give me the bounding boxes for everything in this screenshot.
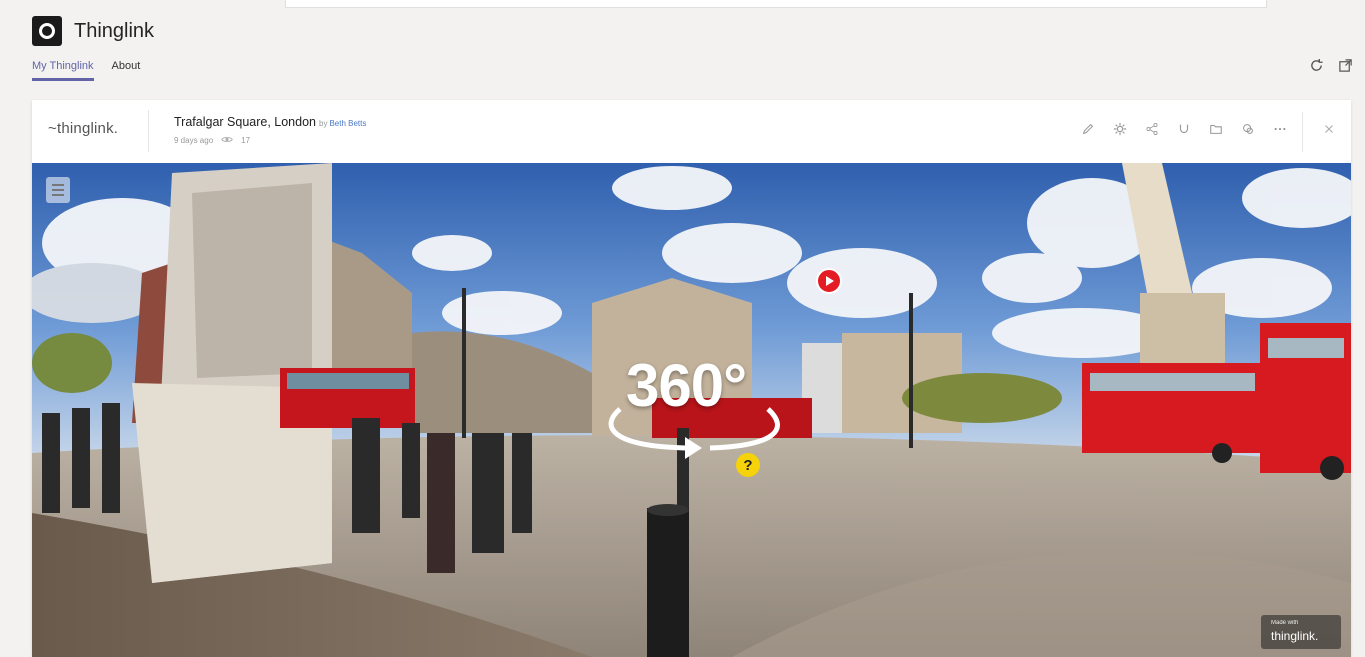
copy-button[interactable] bbox=[1232, 116, 1264, 148]
time-ago: 9 days ago bbox=[174, 136, 214, 145]
open-external-icon[interactable] bbox=[1338, 58, 1353, 78]
360-label: 360° bbox=[626, 352, 747, 419]
copy-icon bbox=[1241, 122, 1255, 141]
made-with-label: Made with bbox=[1271, 620, 1299, 626]
settings-button[interactable] bbox=[1104, 116, 1136, 148]
author-link[interactable]: Beth Betts bbox=[329, 119, 366, 128]
panorama-viewer[interactable]: 360° ? Made with thinglink. bbox=[32, 163, 1351, 657]
edit-icon bbox=[1081, 122, 1095, 141]
image-title-text[interactable]: Trafalgar Square, London bbox=[174, 115, 316, 129]
app-header: Thinglink bbox=[32, 14, 154, 48]
image-title: Trafalgar Square, London by Beth Betts bbox=[174, 115, 366, 129]
tag-button[interactable] bbox=[1168, 116, 1200, 148]
close-icon bbox=[1322, 122, 1336, 141]
tab-my-thinglink[interactable]: My Thinglink bbox=[32, 60, 94, 81]
made-with-thinglink-badge[interactable]: Made with thinglink. bbox=[1261, 615, 1341, 649]
image-meta: 9 days ago 17 bbox=[174, 135, 250, 146]
top-panel-edge bbox=[285, 0, 1267, 8]
tab-about[interactable]: About bbox=[112, 60, 141, 81]
share-button[interactable] bbox=[1136, 116, 1168, 148]
view-count: 17 bbox=[241, 136, 251, 145]
360-indicator[interactable]: 360° bbox=[590, 351, 800, 466]
top-actions bbox=[1309, 58, 1353, 78]
card-toolbar bbox=[1072, 100, 1351, 163]
views-icon bbox=[221, 135, 233, 146]
divider bbox=[148, 110, 149, 152]
folder-button[interactable] bbox=[1200, 116, 1232, 148]
card-header: ~thinglink. Trafalgar Square, London by Be… bbox=[32, 100, 1351, 164]
thinglink-brand-logo: ~thinglink. bbox=[48, 120, 119, 137]
toolbar-divider bbox=[1302, 111, 1303, 152]
top-strip bbox=[0, 0, 1365, 8]
tab-bar: My Thinglink About bbox=[32, 60, 140, 81]
made-with-brand: thinglink. bbox=[1271, 629, 1319, 643]
edit-button[interactable] bbox=[1072, 116, 1104, 148]
refresh-icon[interactable] bbox=[1309, 58, 1324, 78]
video-hotspot-icon[interactable] bbox=[816, 268, 842, 294]
hotspot-list-button[interactable] bbox=[46, 177, 70, 203]
more-button[interactable] bbox=[1264, 116, 1296, 148]
folder-icon bbox=[1209, 122, 1223, 141]
thinglink-logo-icon bbox=[32, 16, 62, 46]
share-icon bbox=[1145, 122, 1159, 141]
settings-icon bbox=[1113, 122, 1127, 141]
more-icon bbox=[1273, 122, 1287, 141]
thinglink-card: ~thinglink. Trafalgar Square, London by Be… bbox=[32, 100, 1351, 657]
app-title: Thinglink bbox=[74, 19, 155, 42]
tag-icon bbox=[1177, 122, 1191, 141]
question-hotspot-icon[interactable]: ? bbox=[736, 453, 760, 477]
by-label: by bbox=[319, 119, 328, 128]
close-button[interactable] bbox=[1313, 116, 1345, 148]
